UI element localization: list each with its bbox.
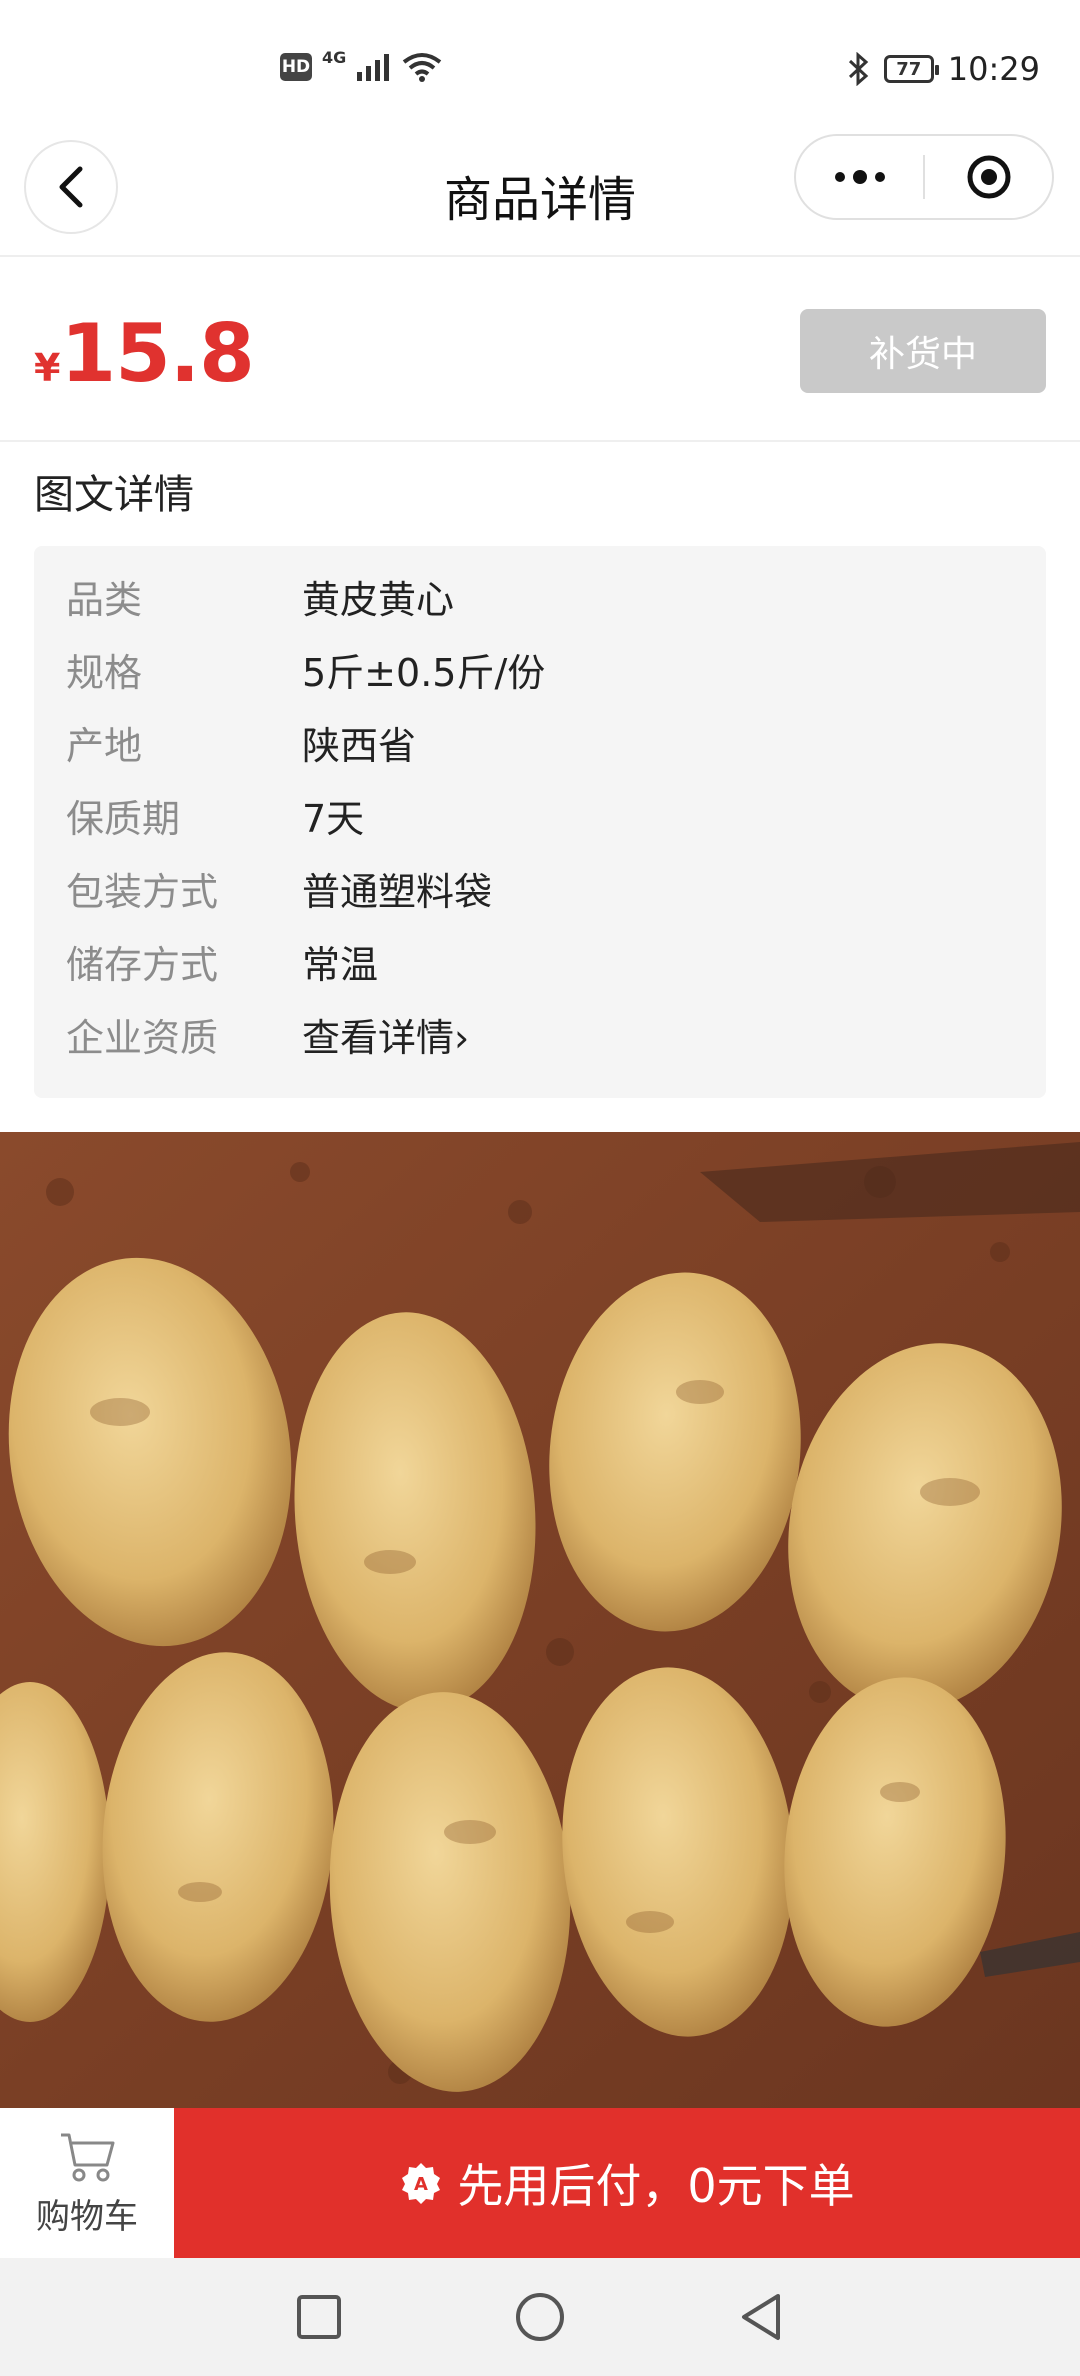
product-image [0, 1132, 1080, 2108]
cart-icon [61, 2133, 115, 2181]
spec-value: 陕西省 [302, 724, 417, 768]
spec-value: 黄皮黄心 [302, 578, 455, 622]
spec-label: 规格 [66, 651, 143, 695]
recent-apps-icon[interactable] [296, 2294, 342, 2340]
spec-row: 储存方式 常温 [34, 925, 1046, 998]
more-button[interactable] [796, 136, 923, 218]
spec-row: 包装方式 普通塑料袋 [34, 852, 1046, 925]
wifi-icon [403, 53, 442, 82]
spec-label: 企业资质 [66, 1016, 219, 1060]
potatoes-photo [0, 1132, 1080, 2108]
status-bar: HD 4G 77 10:29 [0, 0, 1080, 140]
details-title: 图文详情 [34, 472, 194, 518]
view-details-link[interactable]: 查看详情› [302, 1007, 469, 1062]
spec-label: 包装方式 [66, 870, 219, 914]
mini-program-close-icon [967, 155, 1010, 199]
mini-program-capsule [794, 134, 1054, 220]
price-row: ¥15.8 补货中 [0, 257, 1080, 442]
spec-value: 普通塑料袋 [302, 870, 493, 914]
price-value: 15.8 [60, 307, 254, 400]
spec-value: 常温 [302, 943, 379, 987]
nav-header: 商品详情 [0, 134, 1080, 257]
network-type: 4G [322, 47, 347, 67]
hd-badge: HD [280, 53, 312, 81]
spec-value: 7天 [302, 797, 365, 841]
status-right: 77 10:29 [846, 50, 1040, 88]
spec-label: 产地 [66, 724, 143, 768]
spec-row: 品类 黄皮黄心 [34, 560, 1046, 633]
price-currency: ¥ [34, 346, 61, 390]
cart-label: 购物车 [36, 2196, 138, 2237]
order-label: 先用后付，0元下单 [457, 2159, 855, 2213]
spec-table: 品类 黄皮黄心 规格 5斤±0.5斤/份 产地 陕西省 保质期 7天 包装方式 … [34, 546, 1046, 1098]
pay-later-order-button[interactable]: A 先用后付，0元下单 [174, 2108, 1080, 2258]
spec-label: 储存方式 [66, 943, 219, 987]
bluetooth-icon [848, 52, 869, 86]
more-icon [834, 170, 885, 184]
price: ¥15.8 [34, 307, 255, 400]
battery-icon: 77 [883, 55, 939, 83]
spec-row-qualification[interactable]: 企业资质 查看详情› [34, 998, 1046, 1071]
spec-label: 品类 [66, 578, 143, 622]
pay-later-badge-icon: A [402, 2163, 441, 2204]
back-triangle-icon[interactable] [738, 2292, 784, 2342]
cart-button[interactable]: 购物车 [0, 2108, 174, 2258]
spec-row: 保质期 7天 [34, 779, 1046, 852]
home-icon[interactable] [514, 2291, 566, 2343]
close-button[interactable] [925, 136, 1052, 218]
status-left: HD 4G [280, 48, 442, 82]
clock: 10:29 [947, 50, 1040, 88]
bottom-action-bar: 购物车 A 先用后付，0元下单 [0, 2108, 1080, 2258]
signal-icon [357, 54, 390, 81]
spec-value: 5斤±0.5斤/份 [302, 651, 546, 695]
restock-button[interactable]: 补货中 [800, 309, 1046, 393]
system-nav-bar [0, 2258, 1080, 2376]
spec-row: 产地 陕西省 [34, 706, 1046, 779]
spec-row: 规格 5斤±0.5斤/份 [34, 633, 1046, 706]
svg-text:A: A [414, 2174, 428, 2195]
spec-label: 保质期 [66, 797, 181, 841]
